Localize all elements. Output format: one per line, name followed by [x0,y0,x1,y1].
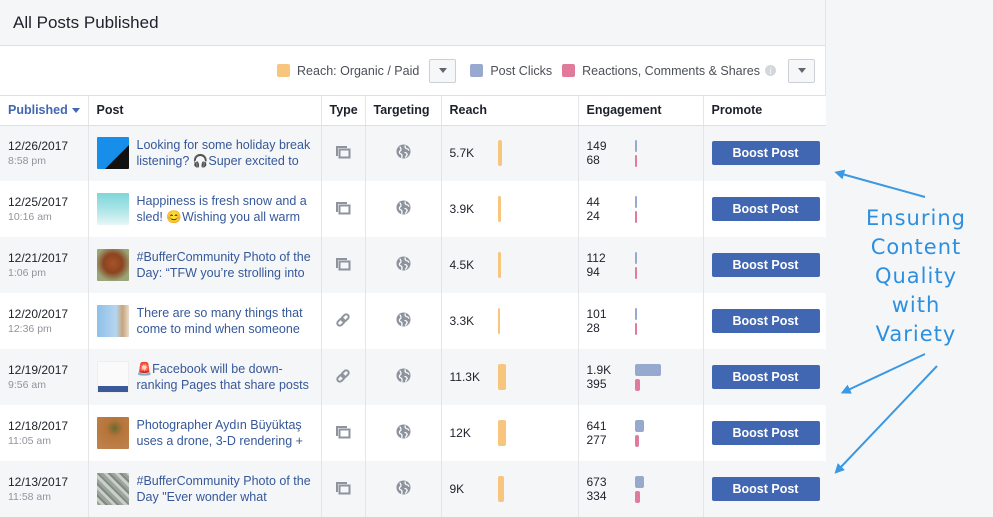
annotation-arrows [834,169,938,474]
annotation-text: Ensuring Content Quality with Variety [846,204,986,349]
arrow-to-row-7 [834,365,938,474]
arrow-to-row-1 [834,169,926,198]
annotation-line: Variety [875,322,957,346]
annotation-line: with [891,293,941,317]
annotation-line: Ensuring [866,206,966,230]
arrow-to-row-5 [840,353,926,394]
annotation-line: Quality [874,264,958,288]
annotation-line: Content [870,235,962,259]
